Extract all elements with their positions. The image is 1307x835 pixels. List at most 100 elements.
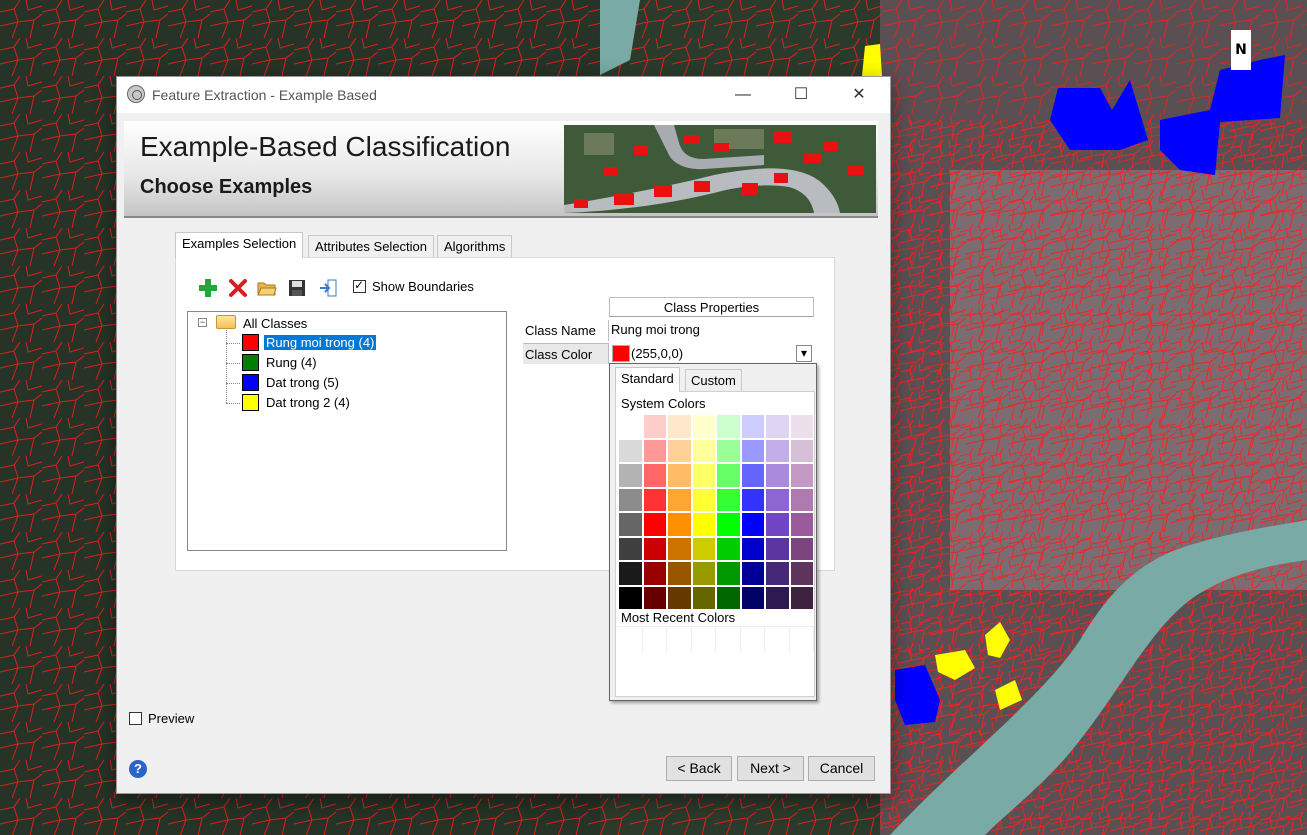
preview-checkbox[interactable]	[129, 712, 142, 725]
color-cell[interactable]	[691, 585, 716, 610]
color-cell[interactable]	[618, 414, 643, 439]
color-cell[interactable]	[765, 414, 790, 439]
tab-standard-colors[interactable]: Standard	[615, 367, 680, 392]
color-cell[interactable]	[789, 487, 814, 512]
dropdown-arrow-icon[interactable]: ▾	[796, 345, 812, 362]
color-cell[interactable]	[716, 585, 741, 610]
color-cell[interactable]	[765, 512, 790, 537]
color-cell[interactable]	[789, 585, 814, 610]
recent-color-cell[interactable]	[691, 627, 716, 652]
recent-color-cell[interactable]	[618, 627, 643, 652]
color-cell[interactable]	[765, 561, 790, 586]
color-cell[interactable]	[789, 536, 814, 561]
color-cell[interactable]	[691, 536, 716, 561]
tree-root-all-classes[interactable]: All Classes	[243, 316, 307, 331]
color-cell[interactable]	[667, 487, 692, 512]
color-cell[interactable]	[716, 536, 741, 561]
maximize-button[interactable]: ☐	[772, 77, 830, 113]
tree-item-class[interactable]: Rung (4)	[266, 355, 317, 370]
color-cell[interactable]	[667, 512, 692, 537]
color-cell[interactable]	[716, 512, 741, 537]
tree-item-class[interactable]: Dat trong 2 (4)	[266, 395, 350, 410]
class-tree[interactable]: − All Classes Rung moi trong (4) Rung (4…	[187, 311, 507, 551]
import-icon[interactable]	[318, 278, 338, 298]
color-cell[interactable]	[618, 561, 643, 586]
tab-examples-selection[interactable]: Examples Selection	[175, 232, 304, 258]
minimize-button[interactable]: —	[714, 77, 772, 113]
color-cell[interactable]	[618, 487, 643, 512]
color-cell[interactable]	[765, 536, 790, 561]
color-cell[interactable]	[618, 438, 643, 463]
color-cell[interactable]	[765, 487, 790, 512]
open-folder-icon[interactable]	[257, 278, 277, 298]
color-cell[interactable]	[716, 561, 741, 586]
color-cell[interactable]	[642, 414, 667, 439]
help-icon[interactable]: ?	[129, 760, 147, 778]
color-cell[interactable]	[667, 438, 692, 463]
color-cell[interactable]	[716, 438, 741, 463]
recent-color-cell[interactable]	[765, 627, 790, 652]
color-cell[interactable]	[765, 585, 790, 610]
color-cell[interactable]	[740, 487, 765, 512]
color-cell[interactable]	[740, 463, 765, 488]
color-cell[interactable]	[740, 414, 765, 439]
color-cell[interactable]	[740, 536, 765, 561]
color-cell[interactable]	[642, 463, 667, 488]
color-cell[interactable]	[642, 561, 667, 586]
next-button[interactable]: Next >	[737, 756, 804, 781]
color-cell[interactable]	[765, 463, 790, 488]
color-cell[interactable]	[789, 463, 814, 488]
tab-algorithms[interactable]: Algorithms	[437, 235, 513, 257]
color-cell[interactable]	[691, 512, 716, 537]
recent-color-cell[interactable]	[789, 627, 814, 652]
color-cell[interactable]	[716, 463, 741, 488]
color-cell[interactable]	[642, 512, 667, 537]
class-name-field[interactable]: Rung moi trong	[609, 319, 814, 340]
add-class-icon[interactable]	[198, 278, 218, 298]
save-icon[interactable]	[287, 278, 307, 298]
color-cell[interactable]	[642, 487, 667, 512]
tab-custom-colors[interactable]: Custom	[685, 369, 742, 391]
color-cell[interactable]	[618, 463, 643, 488]
color-cell[interactable]	[789, 414, 814, 439]
close-button[interactable]: ✕	[830, 77, 888, 113]
color-cell[interactable]	[618, 512, 643, 537]
color-cell[interactable]	[667, 585, 692, 610]
recent-color-cell[interactable]	[716, 627, 741, 652]
color-cell[interactable]	[642, 438, 667, 463]
show-boundaries-checkbox[interactable]	[353, 278, 366, 293]
color-cell[interactable]	[789, 561, 814, 586]
class-color-dropdown[interactable]: (255,0,0) ▾	[609, 343, 814, 364]
color-cell[interactable]	[716, 414, 741, 439]
color-cell[interactable]	[765, 438, 790, 463]
color-cell[interactable]	[667, 414, 692, 439]
color-cell[interactable]	[691, 487, 716, 512]
cancel-button[interactable]: Cancel	[808, 756, 875, 781]
recent-color-cell[interactable]	[642, 627, 667, 652]
color-cell[interactable]	[691, 438, 716, 463]
recent-color-cell[interactable]	[740, 627, 765, 652]
color-cell[interactable]	[789, 438, 814, 463]
color-cell[interactable]	[691, 463, 716, 488]
tab-attributes-selection[interactable]: Attributes Selection	[308, 235, 435, 257]
color-cell[interactable]	[667, 536, 692, 561]
color-cell[interactable]	[740, 512, 765, 537]
color-cell[interactable]	[691, 414, 716, 439]
color-cell[interactable]	[740, 585, 765, 610]
title-bar[interactable]: Feature Extraction - Example Based — ☐ ✕	[117, 77, 890, 113]
color-cell[interactable]	[642, 536, 667, 561]
color-cell[interactable]	[667, 561, 692, 586]
color-cell[interactable]	[667, 463, 692, 488]
delete-class-icon[interactable]	[228, 278, 248, 298]
color-cell[interactable]	[740, 438, 765, 463]
color-cell[interactable]	[716, 487, 741, 512]
color-cell[interactable]	[618, 585, 643, 610]
color-cell[interactable]	[642, 585, 667, 610]
color-cell[interactable]	[740, 561, 765, 586]
color-cell[interactable]	[691, 561, 716, 586]
collapse-icon[interactable]: −	[198, 318, 207, 327]
back-button[interactable]: < Back	[666, 756, 732, 781]
tree-item-class[interactable]: Rung moi trong (4)	[264, 335, 377, 350]
tree-item-class[interactable]: Dat trong (5)	[266, 375, 339, 390]
color-cell[interactable]	[618, 536, 643, 561]
